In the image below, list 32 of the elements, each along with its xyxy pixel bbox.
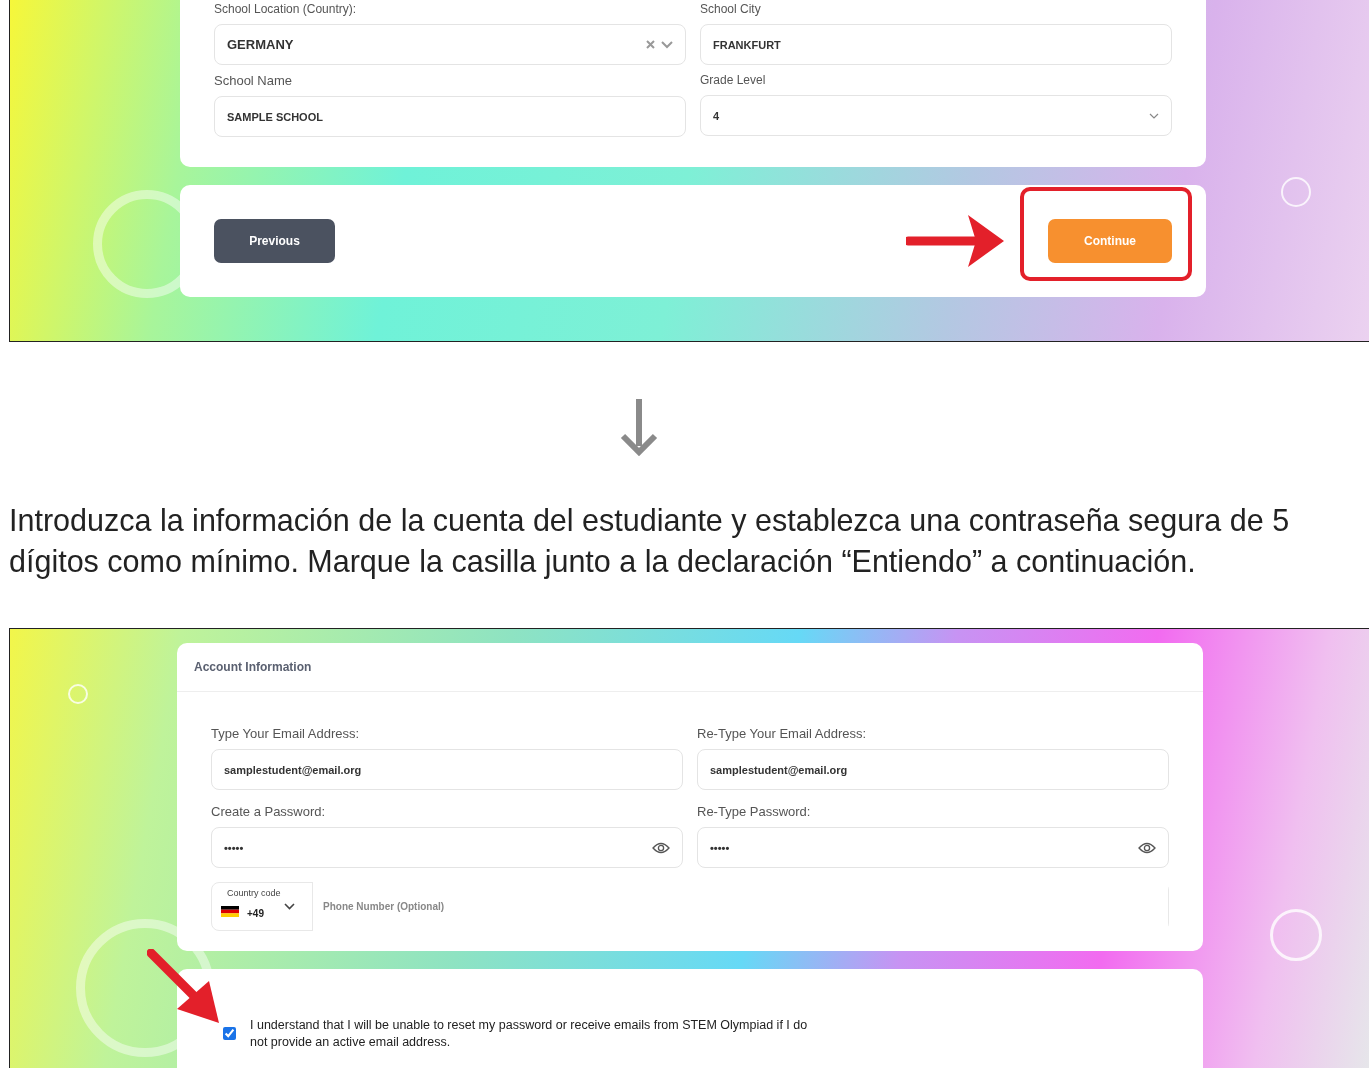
field-label: School City xyxy=(700,2,762,16)
field-label: Re-Type Your Email Address: xyxy=(697,726,868,741)
dropdown-field[interactable]: 4 xyxy=(700,95,1172,136)
phone-field[interactable]: Country code +49 Phone Number (Optional) xyxy=(211,882,1169,931)
field-label: School Location (Country): xyxy=(214,2,358,16)
ring-decoration xyxy=(1270,909,1322,961)
ring-decoration xyxy=(68,684,88,704)
clear-icon[interactable] xyxy=(646,40,655,49)
field-label: School Name xyxy=(214,73,294,88)
input-field[interactable]: FRANKFURT xyxy=(700,24,1172,65)
password-field[interactable]: ••••• xyxy=(211,827,683,868)
field-label: Create a Password: xyxy=(211,804,327,819)
country-code: +49 xyxy=(247,908,264,919)
flag-icon xyxy=(221,906,239,917)
field-label: Type Your Email Address: xyxy=(211,726,361,741)
instruction-text: Introduzca la información de la cuenta del estudiante y establezca una contraseña segura de 5 dígitos como mínimo. Marque la casilla junto a la declaración “Entiendo” a continuación. xyxy=(9,502,1291,581)
chevron-down-icon[interactable] xyxy=(283,903,295,910)
password-field[interactable]: ••••• xyxy=(697,827,1169,868)
field-label: Grade Level xyxy=(700,73,767,87)
section-title: Account Information xyxy=(194,660,312,674)
agreement-checkbox[interactable] xyxy=(223,1027,236,1040)
input-field[interactable]: samplestudent@email.org xyxy=(697,749,1169,790)
eye-icon[interactable] xyxy=(1138,841,1156,854)
previous-button[interactable]: Previous xyxy=(214,219,335,263)
input-field[interactable]: SAMPLE SCHOOL xyxy=(214,96,686,137)
field-label: Re-Type Password: xyxy=(697,804,812,819)
ring-decoration xyxy=(1281,177,1311,207)
input-field[interactable]: samplestudent@email.org xyxy=(211,749,683,790)
eye-icon[interactable] xyxy=(652,841,670,854)
country-code-label: Country code xyxy=(227,888,281,898)
dropdown-field[interactable]: GERMANY xyxy=(214,24,686,65)
agreement-text: I understand that I will be unable to reset my password or receive emails from STEM Olympiad if I do not provide an active email address. xyxy=(250,1017,809,1051)
